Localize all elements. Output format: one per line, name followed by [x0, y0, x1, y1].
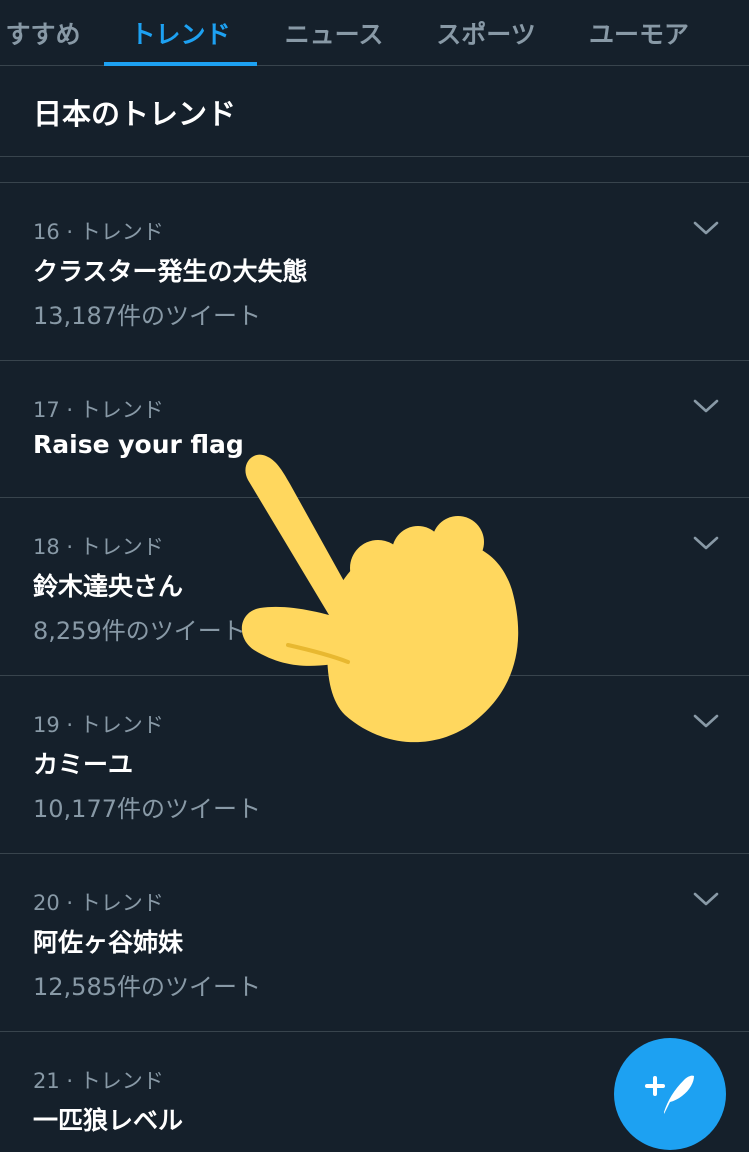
trend-meta: 17 · トレンド	[33, 398, 164, 422]
chevron-down-icon[interactable]	[693, 397, 719, 415]
trend-item[interactable]: 18 · トレンド 鈴木達央さん 8,259件のツイート	[0, 498, 749, 676]
trend-name: Raise your flag	[33, 430, 244, 459]
explore-tab-bar: すすめ トレンド ニュース スポーツ ユーモア	[0, 0, 749, 66]
explore-screen: すすめ トレンド ニュース スポーツ ユーモア 日本のトレンド 16 · トレン…	[0, 0, 749, 1152]
trend-meta: 20 · トレンド	[33, 891, 164, 915]
trend-item[interactable]: 19 · トレンド カミーユ 10,177件のツイート	[0, 676, 749, 854]
trend-name: 阿佐ヶ谷姉妹	[33, 928, 184, 957]
trend-tweet-count: 13,187件のツイート	[33, 302, 261, 330]
trend-tweet-count: 8,259件のツイート	[33, 617, 246, 645]
compose-tweet-icon	[645, 1075, 694, 1114]
trend-name: 一匹狼レベル	[33, 1106, 184, 1135]
trend-name: カミーユ	[33, 750, 134, 779]
trend-meta: 18 · トレンド	[33, 535, 164, 559]
trend-tweet-count: 12,585件のツイート	[33, 973, 261, 1001]
section-header: 日本のトレンド	[0, 66, 749, 157]
compose-tweet-button[interactable]	[614, 1038, 726, 1150]
chevron-down-icon[interactable]	[693, 890, 719, 908]
chevron-down-icon[interactable]	[693, 712, 719, 730]
trend-meta: 19 · トレンド	[33, 713, 164, 737]
trend-meta: 16 · トレンド	[33, 220, 164, 244]
trend-item[interactable]: 17 · トレンド Raise your flag	[0, 361, 749, 498]
trend-name: クラスター発生の大失態	[33, 257, 308, 286]
section-title: 日本のトレンド	[33, 97, 237, 131]
trend-name: 鈴木達央さん	[33, 572, 184, 601]
tab-humor[interactable]: ユーモア	[574, 0, 704, 66]
tab-recommended[interactable]: すすめ	[0, 0, 88, 66]
tab-news[interactable]: ニュース	[270, 0, 398, 66]
tab-sports[interactable]: スポーツ	[420, 0, 552, 66]
tab-trends[interactable]: トレンド	[104, 0, 257, 66]
trend-meta: 21 · トレンド	[33, 1069, 164, 1093]
chevron-down-icon[interactable]	[693, 534, 719, 552]
trend-item[interactable]: 16 · トレンド クラスター発生の大失態 13,187件のツイート	[0, 183, 749, 361]
trend-item[interactable]: 20 · トレンド 阿佐ヶ谷姉妹 12,585件のツイート	[0, 854, 749, 1032]
trend-tweet-count: 10,177件のツイート	[33, 795, 261, 823]
chevron-down-icon[interactable]	[693, 219, 719, 237]
